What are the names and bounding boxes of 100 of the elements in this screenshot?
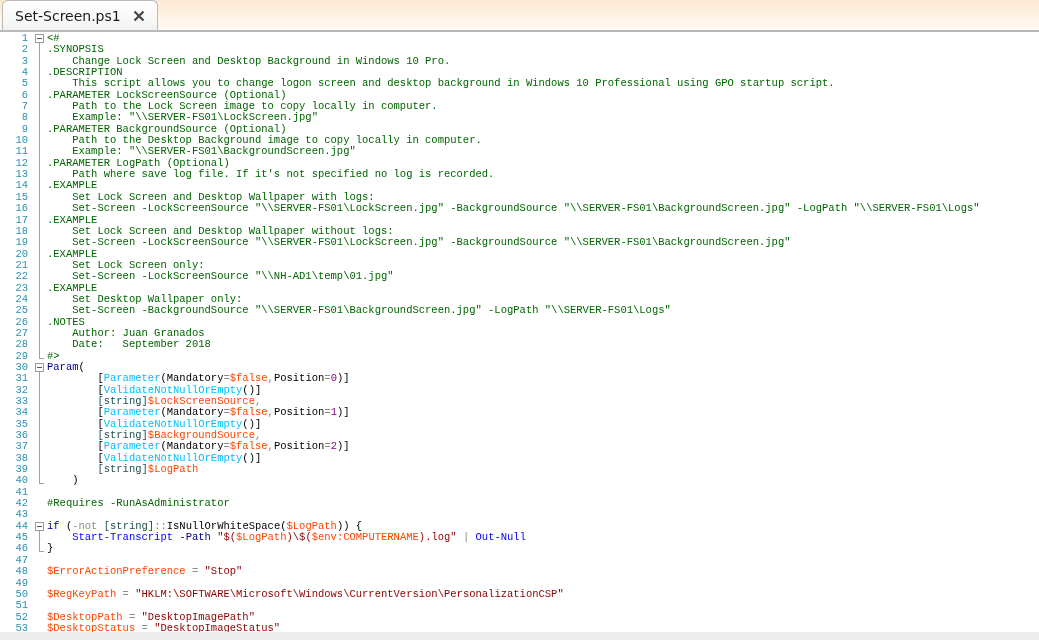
- line-number: 8: [20, 112, 28, 124]
- line-number: 48: [14, 566, 28, 578]
- code-line: <#: [47, 33, 60, 45]
- line-number: 17: [14, 214, 28, 226]
- line-number: 12: [14, 157, 28, 170]
- code-line: .SYNOPSIS: [47, 44, 104, 56]
- line-number: 7: [20, 101, 28, 113]
- line-number: 3: [20, 55, 28, 68]
- line-number: 51: [14, 600, 28, 612]
- file-tab[interactable]: Set-Screen.ps1: [2, 0, 158, 30]
- line-number: 38: [14, 452, 28, 465]
- code-line: [ValidateNotNullOrEmpty()]: [96, 418, 262, 430]
- code-line: .PARAMETER LogPath (Optional): [47, 157, 230, 169]
- line-number: 13: [14, 169, 28, 181]
- line-number: 32: [14, 384, 28, 396]
- line-number: 23: [14, 282, 28, 294]
- code-line: [string]$LockScreenSource,: [96, 396, 262, 408]
- line-number: 5: [20, 78, 28, 90]
- line-number: 16: [14, 203, 28, 215]
- line-number: 36: [14, 430, 28, 442]
- code-line: .PARAMETER LockScreenSource (Optional): [47, 89, 287, 101]
- line-number: 39: [14, 464, 28, 476]
- line-number: 37: [14, 441, 28, 453]
- code-line: $RegKeyPath = "HKLM:\SOFTWARE\Microsoft\Windows\CurrentVersion\PersonalizationCSP": [47, 588, 564, 601]
- line-number: 50: [14, 588, 28, 601]
- line-number: 27: [14, 327, 28, 340]
- line-number: 34: [14, 407, 28, 419]
- line-number: 47: [14, 554, 28, 567]
- code-line: .DESCRIPTION: [47, 67, 123, 79]
- code-line: [ValidateNotNullOrEmpty()]: [96, 384, 262, 396]
- line-number: 15: [14, 191, 28, 204]
- code-line: }: [47, 543, 54, 555]
- line-number: 14: [14, 180, 28, 192]
- code-line: #>: [47, 350, 60, 362]
- collapse-icon[interactable]: [35, 362, 44, 372]
- line-number: 52: [14, 611, 28, 623]
- line-number: 28: [14, 339, 28, 351]
- line-number: 10: [14, 135, 28, 147]
- code-line: [Parameter(Mandatory=$false,Position=0)]: [96, 373, 350, 385]
- line-number: 11: [14, 146, 28, 158]
- close-icon[interactable]: [132, 9, 145, 22]
- code-line: #Requires -RunAsAdministrator: [47, 498, 230, 510]
- code-line: .EXAMPLE: [47, 248, 98, 260]
- code-line: Path to the Lock Screen image to copy locally in computer.: [71, 101, 438, 113]
- collapse-icon[interactable]: [35, 521, 44, 531]
- code-line: Set-Screen -LockScreenSource "\\SERVER-FS01\LockScreen.jpg" -BackgroundSource "\\SERVER-FS01\BackgroundScreen.jpg": [71, 237, 791, 249]
- collapse-icon[interactable]: [35, 34, 44, 43]
- line-number: 20: [14, 248, 28, 260]
- line-number: 9: [20, 123, 28, 136]
- code-line: [ValidateNotNullOrEmpty()]: [96, 452, 262, 464]
- code-line: Example: "\\SERVER-FS01\LockScreen.jpg": [71, 112, 318, 124]
- line-number: 1: [20, 33, 28, 45]
- line-number: 30: [14, 361, 28, 374]
- code-line: Date: September 2018: [71, 339, 211, 351]
- code-line: Set-Screen -BackgroundSource "\\SERVER-FS01\BackgroundScreen.jpg" -LogPath "\\SERVER-FS01\Logs": [71, 305, 671, 317]
- code-line: [Parameter(Mandatory=$false,Position=2)]: [96, 441, 350, 453]
- code-line: .NOTES: [47, 316, 85, 328]
- line-number: 6: [20, 89, 28, 102]
- code-line: Set Desktop Wallpaper only:: [71, 293, 243, 306]
- code-line: .PARAMETER BackgroundSource (Optional): [47, 123, 287, 135]
- code-line: ): [71, 475, 79, 487]
- code-line: .EXAMPLE: [47, 214, 98, 226]
- code-line: Set-Screen -LockScreenSource "\\NH-AD1\temp\01.jpg": [71, 271, 394, 283]
- line-number: 4: [20, 67, 28, 79]
- code-line: This script allows you to change logon screen and desktop background in Windows 10 Professional using GPO startup script.: [71, 78, 835, 90]
- code-line: Set Lock Screen only:: [71, 259, 205, 271]
- code-line: [Parameter(Mandatory=$false,Position=1)]: [96, 407, 350, 419]
- line-number: 25: [14, 305, 28, 317]
- line-number: 42: [14, 498, 28, 510]
- code-line: Example: "\\SERVER-FS01\BackgroundScreen.jpg": [71, 146, 356, 158]
- code-line: Path where save log file. If it's not specified no log is recorded.: [71, 169, 495, 181]
- code-line: $ErrorActionPreference = "Stop": [47, 566, 243, 578]
- code-line: Start-Transcript -Path "$($LogPath)\$($env:COMPUTERNAME).log" | Out-Null: [71, 532, 526, 544]
- line-number: 41: [14, 486, 28, 499]
- line-number: 49: [14, 577, 28, 589]
- line-number: 19: [14, 237, 28, 249]
- line-number: 31: [14, 373, 28, 385]
- code-line: Change Lock Screen and Desktop Background in Windows 10 Pro.: [71, 55, 451, 68]
- line-number: 26: [14, 316, 28, 328]
- code-line: Set-Screen -LockScreenSource "\\SERVER-FS01\LockScreen.jpg" -BackgroundSource "\\SERVER-FS01\BackgroundScreen.jpg" -LogPath "\\SERVER-FS01\Logs": [71, 203, 980, 215]
- code-line: Set Lock Screen and Desktop Wallpaper with logs:: [71, 191, 375, 203]
- code-line: .EXAMPLE: [47, 180, 98, 192]
- code-line: Param(: [47, 361, 85, 374]
- code-line: [string]$LogPath: [96, 464, 199, 476]
- line-number: 35: [14, 418, 28, 431]
- line-number: 53: [14, 622, 28, 632]
- line-number: 40: [14, 475, 28, 487]
- code-line: Author: Juan Granados: [71, 327, 205, 339]
- line-number: 22: [14, 271, 28, 283]
- code-line: [string]$BackgroundSource,: [96, 430, 262, 442]
- line-number: 2: [20, 44, 28, 56]
- line-number: 33: [14, 396, 28, 408]
- line-number: 18: [14, 225, 28, 238]
- line-number: 24: [14, 293, 28, 306]
- code-line: .EXAMPLE: [47, 282, 98, 294]
- line-number: 43: [14, 509, 28, 521]
- line-number: 29: [14, 350, 28, 362]
- line-number: 46: [14, 543, 28, 555]
- code-line: if (-not [string]::IsNullOrWhiteSpace($LogPath)) {: [47, 520, 363, 532]
- line-number: 44: [14, 520, 28, 533]
